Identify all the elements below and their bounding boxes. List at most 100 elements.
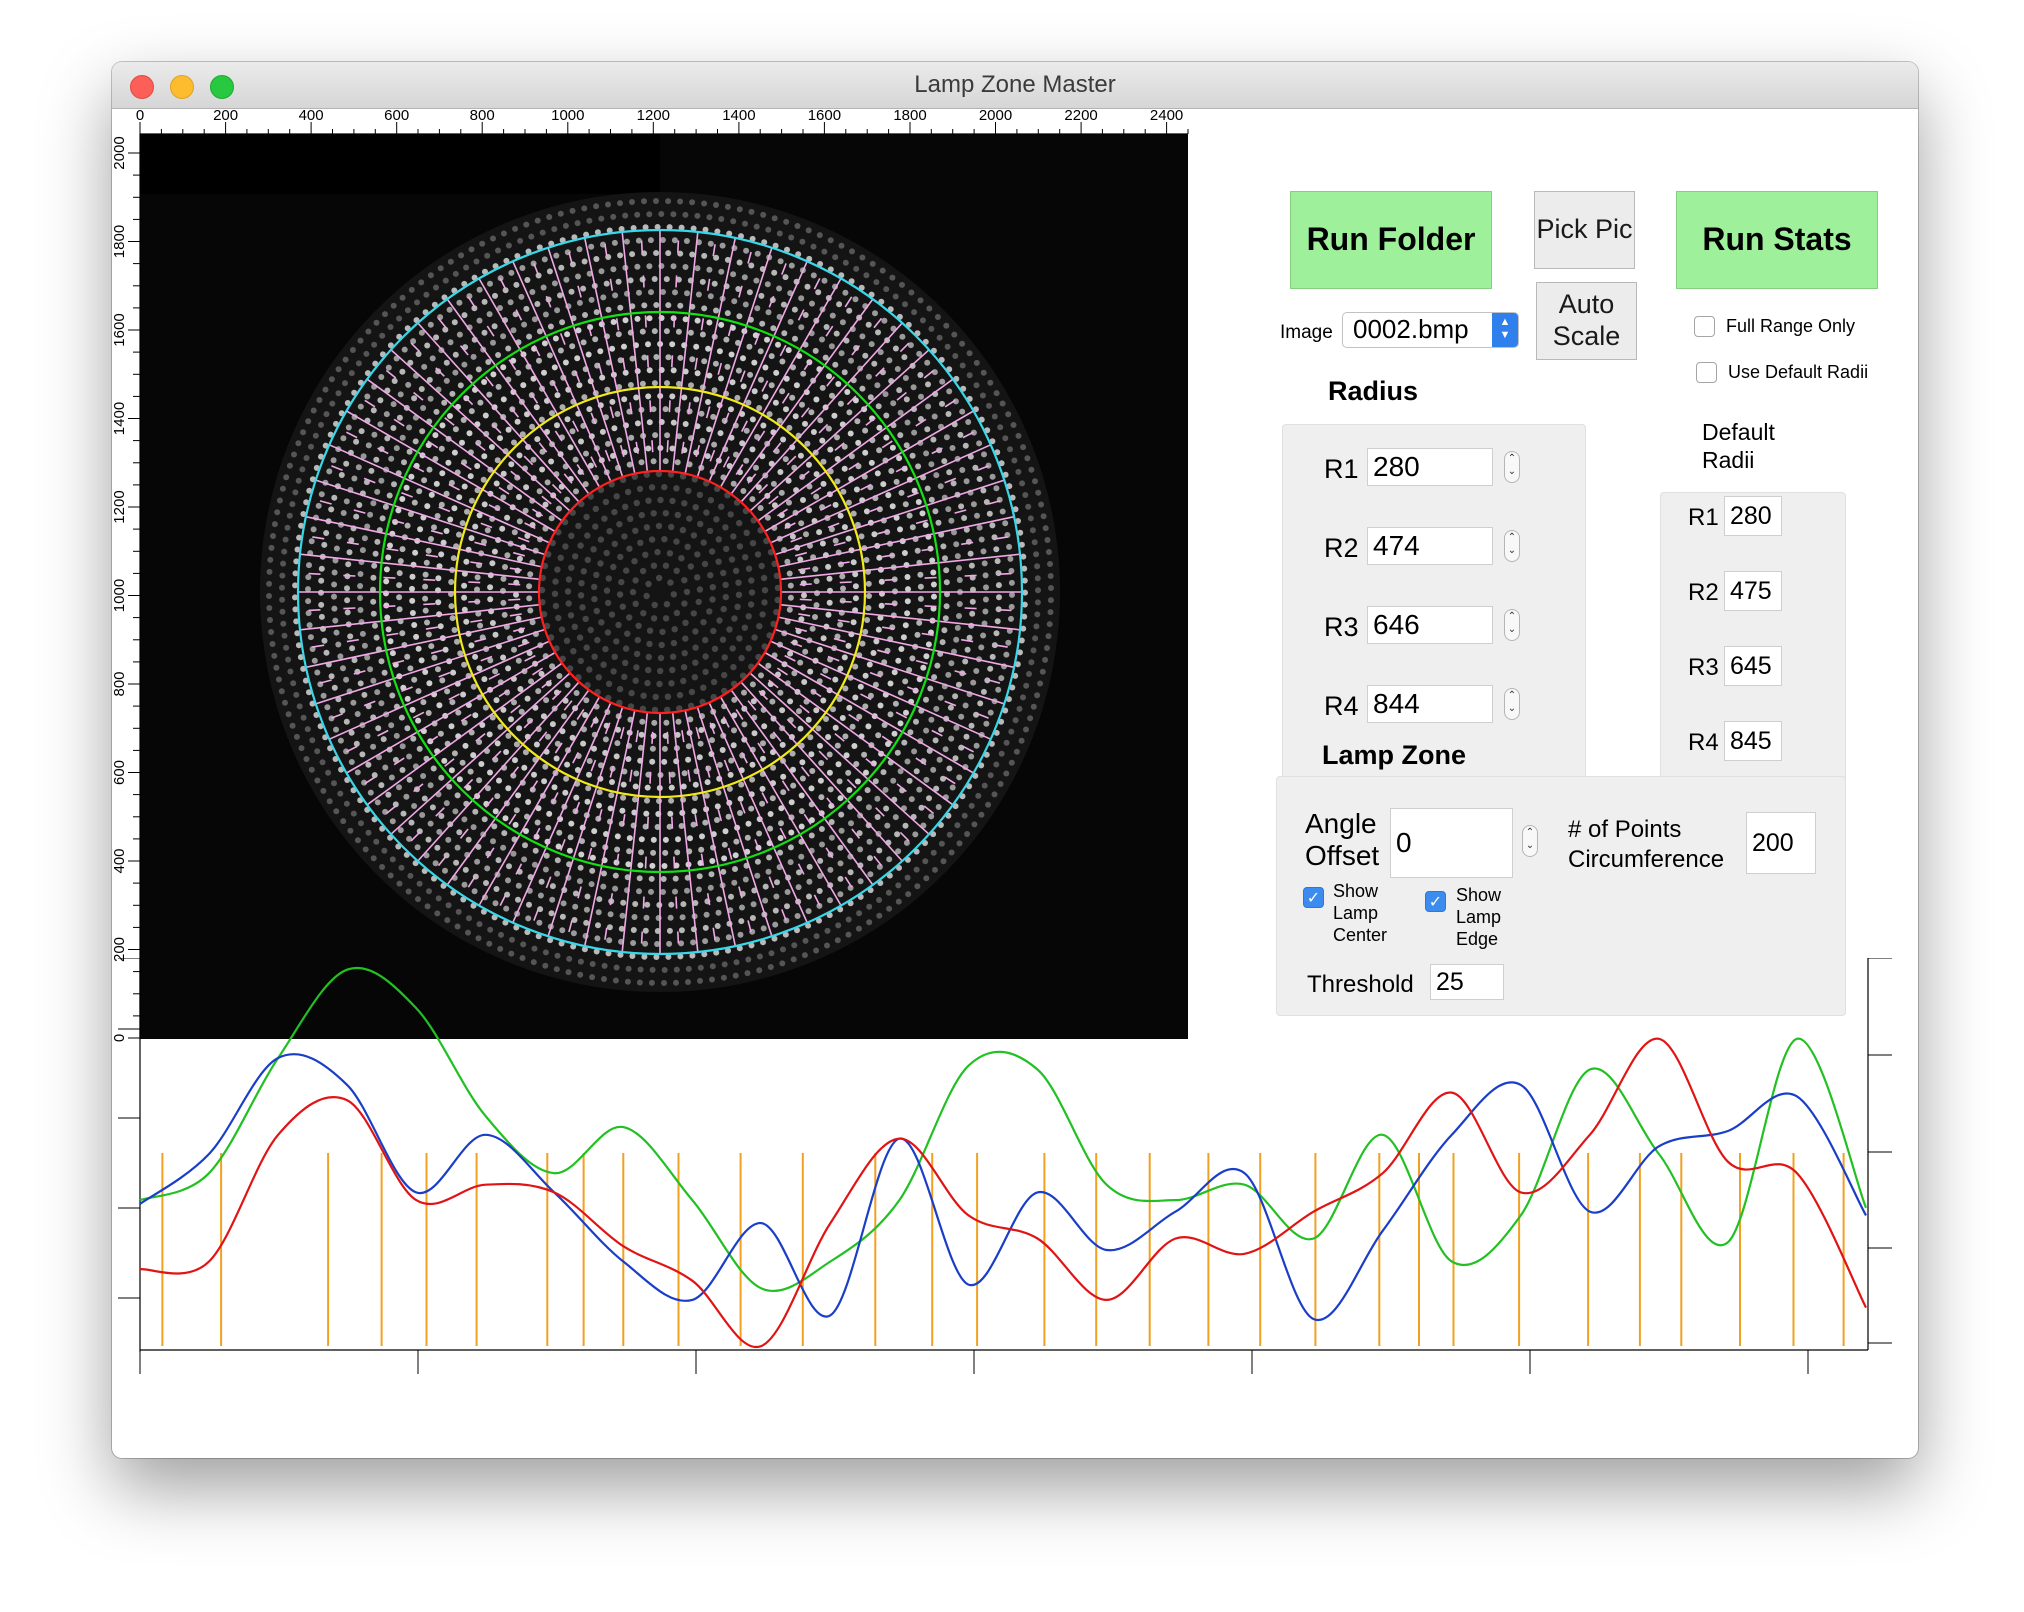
lamp-dot: [798, 520, 805, 527]
lamp-dot: [437, 265, 444, 272]
lamp-dot: [629, 588, 637, 596]
lamp-dot: [626, 614, 633, 621]
radius-r2-input[interactable]: 474: [1367, 527, 1493, 565]
lamp-dot: [548, 910, 555, 917]
lamp-dot: [969, 610, 976, 617]
show-lamp-center-checkbox[interactable]: ✓: [1303, 887, 1324, 908]
lamp-dot: [307, 634, 314, 641]
lamp-dot: [631, 558, 638, 565]
lamp-dot: [825, 425, 832, 432]
default-r4-value: 845: [1724, 721, 1782, 761]
image-view[interactable]: 0 200 400 600 800 1000 1200 1400 1600 1800 2000 220…: [112, 108, 1212, 1098]
lamp-dot: [936, 756, 943, 763]
lamp-dot: [585, 785, 592, 792]
lamp-dot: [708, 548, 716, 555]
run-folder-button[interactable]: Run Folder: [1290, 191, 1492, 289]
image-select[interactable]: 0002.bmp ▲ ▼: [1342, 312, 1519, 348]
lamp-dot: [617, 553, 624, 561]
lamp-dot: [442, 867, 448, 874]
lamp-dot: [295, 440, 302, 447]
lamp-dot: [427, 395, 434, 402]
threshold-input[interactable]: 25: [1430, 964, 1504, 1000]
radius-r4-stepper[interactable]: ⌃ ⌄: [1504, 688, 1520, 720]
lamp-dot: [931, 674, 938, 681]
radius-r4-input[interactable]: 844: [1367, 685, 1493, 723]
profile-chart[interactable]: [112, 958, 1918, 1458]
lamp-dot: [852, 595, 859, 602]
lamp-dot: [644, 784, 651, 791]
lamp-dot: [673, 567, 680, 574]
full-range-only-checkbox[interactable]: [1694, 316, 1715, 337]
radius-r3-stepper[interactable]: ⌃ ⌄: [1504, 609, 1520, 641]
lamp-dot: [697, 740, 704, 747]
run-stats-button[interactable]: Run Stats: [1676, 191, 1878, 289]
lamp-dot: [883, 286, 890, 293]
lamp-dot: [622, 369, 629, 376]
lamp-dot: [491, 323, 498, 330]
lamp-dot: [809, 625, 816, 632]
left-ruler-label: 400: [112, 848, 128, 873]
lamp-dot: [865, 321, 872, 328]
lamp-dot: [541, 256, 548, 263]
lamp-dot: [510, 327, 517, 334]
lamp-dot: [300, 714, 307, 721]
lamp-dot: [706, 372, 713, 379]
lamp-dot: [381, 847, 388, 854]
lamp-dot: [411, 395, 418, 402]
lamp-dot: [532, 847, 539, 854]
lamp-dot: [1032, 478, 1038, 485]
lamp-dot: [645, 341, 651, 348]
lamp-dot: [872, 310, 878, 317]
lamp-dot: [651, 380, 658, 387]
lamp-dot: [456, 776, 463, 783]
lamp-dot: [726, 785, 733, 792]
lamp-dot: [881, 317, 888, 324]
lamp-dot: [563, 637, 571, 644]
lamp-dot: [951, 331, 958, 338]
lamp-dot: [657, 496, 664, 504]
lamp-dot: [565, 600, 572, 607]
lamp-dot: [806, 878, 813, 885]
auto-scale-button[interactable]: Auto Scale: [1536, 282, 1637, 360]
lamp-dot: [741, 721, 748, 728]
lamp-dot: [1020, 444, 1027, 451]
angle-offset-stepper[interactable]: ⌃ ⌄: [1522, 825, 1538, 857]
lamp-dot: [928, 716, 935, 723]
lamp-dot: [573, 794, 580, 801]
lamp-dot: [362, 846, 369, 853]
lamp-dot: [439, 470, 446, 477]
lamp-dot: [598, 268, 605, 275]
lamp-dot: [787, 844, 794, 851]
lamp-dot: [462, 866, 469, 873]
lamp-dot: [682, 264, 689, 270]
lamp-dot: [503, 749, 510, 755]
lamp-dot: [868, 341, 875, 348]
points-circumference-input[interactable]: 200: [1746, 812, 1816, 874]
lamp-dot: [585, 351, 592, 358]
lamp-dot: [625, 756, 632, 762]
lamp-dot: [916, 619, 923, 626]
lamp-dot: [968, 753, 975, 760]
lamp-dot: [897, 689, 904, 696]
lamp-dot: [715, 536, 722, 543]
lamp-dot: [675, 328, 682, 335]
radius-r1-stepper[interactable]: ⌃ ⌄: [1504, 451, 1520, 483]
radius-r3-input[interactable]: 646: [1367, 606, 1493, 644]
pick-pic-button[interactable]: Pick Pic: [1534, 191, 1635, 269]
angle-offset-input[interactable]: 0: [1390, 808, 1513, 878]
lamp-dot: [608, 792, 615, 799]
use-default-radii-checkbox[interactable]: [1696, 362, 1717, 383]
lamp-dot: [686, 515, 693, 522]
lamp-center-tick: [964, 574, 977, 577]
radius-r1-input[interactable]: 280: [1367, 448, 1493, 486]
lamp-dot: [590, 546, 597, 553]
lamp-dot: [1046, 621, 1053, 628]
lamp-dot: [510, 850, 517, 857]
lamp-dot: [425, 631, 432, 638]
lamp-dot: [760, 422, 767, 429]
lamp-center-tick: [799, 598, 812, 601]
lamp-dot: [915, 463, 922, 470]
show-lamp-edge-checkbox[interactable]: ✓: [1425, 891, 1446, 912]
lamp-dot: [692, 781, 699, 788]
radius-r2-stepper[interactable]: ⌃ ⌄: [1504, 530, 1520, 562]
